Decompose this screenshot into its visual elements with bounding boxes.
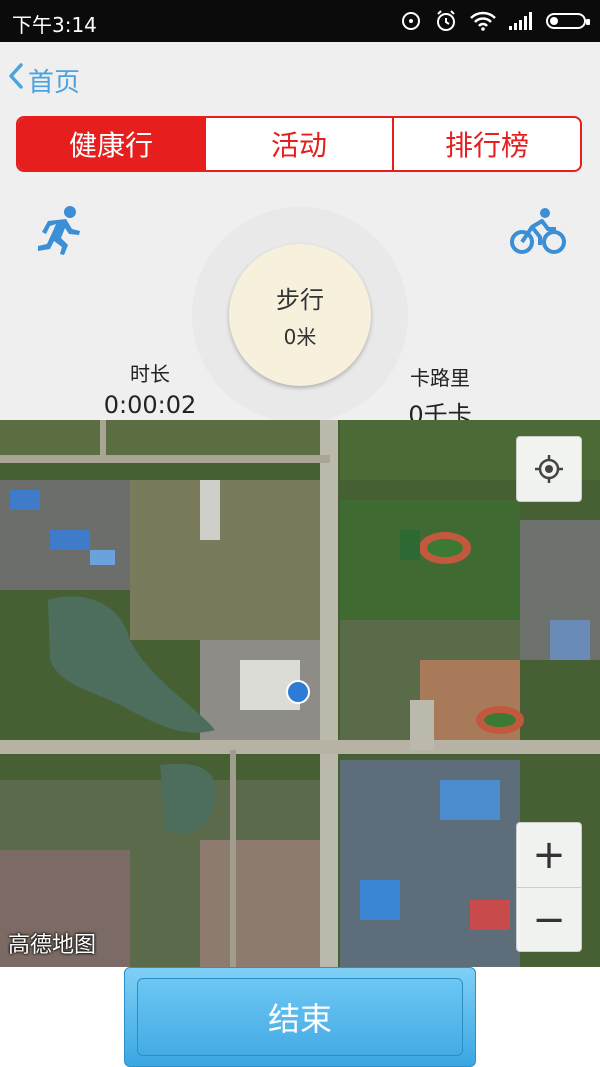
target-icon: [400, 10, 422, 32]
walk-distance: 0米: [283, 325, 317, 349]
zoom-controls: + −: [516, 822, 582, 952]
back-button[interactable]: 首页: [8, 62, 80, 99]
header: 首页: [0, 42, 600, 112]
walk-summary-circle: 步行 0米: [229, 244, 371, 386]
battery-icon: [546, 13, 590, 29]
chevron-left-icon: [8, 62, 24, 97]
bicycle-icon[interactable]: [510, 207, 566, 255]
alarm-icon: [434, 9, 458, 33]
satellite-map[interactable]: + − 高德地图: [0, 420, 600, 967]
duration-value: 0:00:02: [103, 391, 197, 419]
zoom-out-button[interactable]: −: [517, 888, 581, 952]
walk-mode-label: 步行: [276, 286, 324, 314]
tab-leaderboard[interactable]: 排行榜: [394, 118, 580, 170]
locate-me-button[interactable]: [516, 436, 582, 502]
wifi-icon: [470, 11, 496, 31]
status-time: 下午3:14: [12, 13, 97, 37]
duration-stat: 时长 0:00:02: [90, 358, 210, 419]
end-button[interactable]: 结束: [124, 967, 476, 1067]
segment-tabs: 健康行 活动 排行榜: [16, 116, 582, 172]
crosshair-icon: [535, 455, 563, 483]
signal-icon: [508, 11, 534, 31]
duration-label: 时长: [130, 362, 170, 386]
end-button-label: 结束: [137, 978, 463, 1056]
tab-healthy-walk[interactable]: 健康行: [18, 118, 206, 170]
zoom-in-button[interactable]: +: [517, 823, 581, 888]
status-icons: [400, 9, 590, 33]
running-icon[interactable]: [36, 205, 82, 257]
status-bar: 下午3:14: [0, 0, 600, 42]
back-label: 首页: [28, 68, 81, 98]
map-imagery: [0, 420, 600, 967]
tab-activity[interactable]: 活动: [206, 118, 394, 170]
map-provider-logo: 高德地图: [8, 933, 97, 958]
calories-label: 卡路里: [410, 366, 470, 390]
